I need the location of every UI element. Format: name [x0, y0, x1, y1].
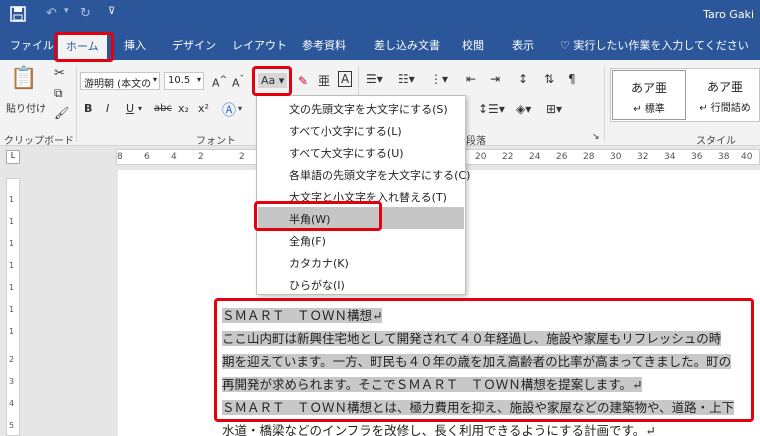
superscript-button[interactable]: x²: [198, 102, 209, 115]
highlight-home-tab: [54, 32, 114, 62]
user-name[interactable]: Taro Gaki: [703, 8, 754, 21]
menu-item-capitalize-words[interactable]: 各単語の先頭文字を大文字にする(C): [258, 163, 470, 185]
strikethrough-button[interactable]: abc: [154, 103, 172, 114]
show-formatting-icon[interactable]: ¶: [568, 72, 576, 86]
tab-review[interactable]: 校閲: [462, 37, 484, 53]
doc-line[interactable]: 水道・橋梁などのインフラを改修し、長く利用できるようにする計画です。↵: [222, 421, 656, 436]
undo-dropdown-icon[interactable]: ▾: [64, 6, 69, 16]
menu-item-katakana[interactable]: カタカナ(K): [258, 251, 464, 273]
lightbulb-icon: ♡: [560, 39, 574, 52]
tab-insert[interactable]: 挿入: [124, 37, 146, 53]
paste-button[interactable]: 貼り付け: [6, 100, 46, 115]
undo-icon[interactable]: ↶: [46, 6, 57, 21]
change-case-menu: 文の先頭文字を大文字にする(S) すべて小文字にする(L) すべて大文字にする(…: [256, 95, 470, 295]
style-no-spacing[interactable]: あア亜 ↵ 行間詰め: [688, 70, 760, 120]
font-name-combo[interactable]: 游明朝 (本文の ▾: [80, 72, 160, 90]
style-normal[interactable]: あア亜 ↵ 標準: [612, 70, 686, 120]
sort-icon[interactable]: ⇅: [544, 72, 554, 86]
tab-design[interactable]: デザイン: [172, 37, 216, 53]
tab-file[interactable]: ファイル: [10, 37, 54, 53]
paragraph-dialog-launcher-icon[interactable]: ↘: [592, 132, 600, 142]
phonetic-guide-icon[interactable]: 亜: [318, 72, 330, 89]
tell-me-search[interactable]: ♡ 実行したい作業を入力してください: [560, 37, 749, 53]
format-painter-icon[interactable]: 🖌: [54, 106, 69, 120]
text-direction-icon[interactable]: ↕: [518, 72, 528, 86]
chevron-down-icon[interactable]: ▾: [238, 104, 242, 113]
separator: [76, 66, 77, 142]
underline-button[interactable]: U: [126, 102, 134, 115]
chevron-down-icon[interactable]: ▾: [138, 104, 142, 113]
numbering-icon[interactable]: ☷▾: [398, 72, 415, 86]
styles-group-label: スタイル: [696, 136, 736, 147]
customize-qat-icon[interactable]: ⊽: [108, 6, 115, 17]
cut-icon[interactable]: ✂: [54, 66, 65, 81]
font-size-combo[interactable]: 10.5 ▾: [164, 72, 204, 90]
highlight-change-case-button: [252, 66, 292, 96]
clipboard-group-label: クリップボード: [4, 136, 74, 147]
clear-formatting-icon[interactable]: ✎: [298, 74, 308, 88]
tab-references[interactable]: 参考資料: [302, 37, 346, 53]
font-group-label: フォント: [196, 136, 236, 147]
chevron-down-icon: ▾: [196, 75, 201, 84]
redo-icon[interactable]: ↻: [80, 6, 91, 21]
paragraph-group-label: 段落: [466, 136, 486, 147]
menu-item-uppercase[interactable]: すべて大文字にする(U): [258, 141, 464, 163]
tab-layout[interactable]: レイアウト: [232, 37, 287, 53]
menu-item-sentence-case[interactable]: 文の先頭文字を大文字にする(S): [258, 97, 464, 119]
separator: [604, 66, 605, 142]
multilevel-list-icon[interactable]: ⋮▾: [430, 72, 448, 86]
highlight-selected-text: [214, 298, 754, 422]
text-effects-icon[interactable]: Ⓐ: [222, 100, 236, 120]
tab-view[interactable]: 表示: [512, 37, 534, 53]
vertical-ruler[interactable]: 1 1 1 1 1 1 1 2 3 4 5: [6, 178, 20, 436]
ribbon-tabs: ファイル ホーム 挿入 デザイン レイアウト 参考資料 差し込み文書 校閲 表示…: [0, 30, 760, 60]
save-icon[interactable]: [10, 6, 26, 26]
increase-indent-icon[interactable]: ⇥: [490, 72, 500, 86]
subscript-button[interactable]: x₂: [178, 102, 189, 115]
copy-icon[interactable]: ⧉: [54, 86, 63, 101]
decrease-indent-icon[interactable]: ⇤: [466, 72, 476, 86]
grow-font-icon[interactable]: A^: [212, 74, 227, 90]
chevron-down-icon: ▾: [152, 75, 157, 84]
bullets-icon[interactable]: ☰▾: [366, 72, 383, 86]
paste-icon[interactable]: 📋: [10, 66, 37, 91]
borders-icon[interactable]: ⊞▾: [546, 102, 562, 116]
tab-selector[interactable]: L: [6, 150, 20, 164]
tab-mailings[interactable]: 差し込み文書: [374, 37, 440, 53]
menu-item-lowercase[interactable]: すべて小文字にする(L): [258, 119, 464, 141]
shrink-font-icon[interactable]: Aˇ: [232, 74, 244, 90]
bold-button[interactable]: B: [84, 102, 92, 115]
shading-icon[interactable]: ◈▾: [516, 102, 531, 116]
title-bar: ↶ ▾ ↻ ⊽ Taro Gaki: [0, 0, 760, 30]
italic-button[interactable]: I: [106, 102, 109, 115]
character-border-icon[interactable]: A: [338, 71, 353, 87]
menu-item-full-width[interactable]: 全角(F): [258, 229, 464, 251]
highlight-half-width-item: [254, 201, 382, 231]
line-spacing-icon[interactable]: ↕☰▾: [478, 102, 505, 116]
menu-item-hiragana[interactable]: ひらがな(I): [258, 273, 464, 295]
